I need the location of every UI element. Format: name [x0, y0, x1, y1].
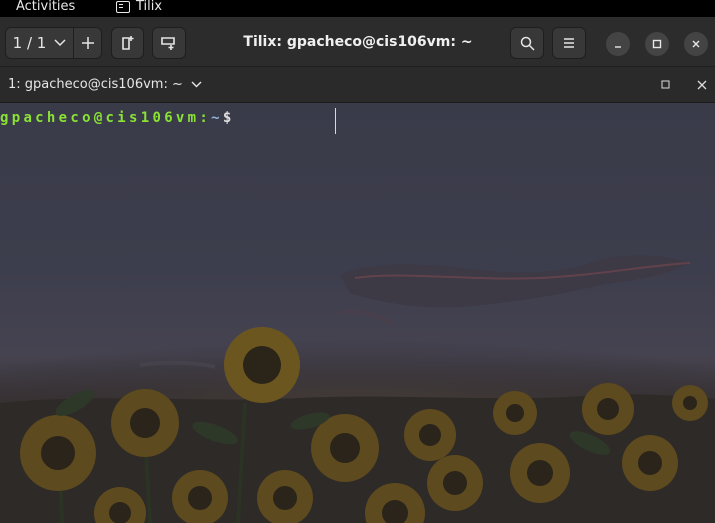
plus-icon [81, 37, 94, 49]
terminal-app-icon [116, 0, 130, 13]
sunflower-wallpaper [0, 255, 715, 523]
search-button[interactable] [510, 27, 544, 59]
split-vertical-icon [161, 37, 175, 50]
chevron-down-icon [54, 39, 66, 47]
maximize-icon [661, 80, 670, 89]
close-icon [692, 40, 700, 48]
session-button-group: 1 / 1 [5, 27, 102, 59]
minimize-icon [615, 46, 621, 48]
maximize-button[interactable] [645, 32, 669, 56]
main-menu-button[interactable] [552, 27, 586, 59]
hamburger-menu-icon [564, 38, 574, 48]
terminal-title: 1: gpacheco@cis106vm: ~ [8, 77, 183, 92]
terminal-maximize-button[interactable] [661, 79, 671, 94]
maximize-icon [652, 39, 662, 49]
close-icon [697, 80, 707, 90]
window-title: Tilix: gpacheco@cis106vm: ~ [243, 34, 473, 50]
text-cursor [335, 108, 336, 134]
terminal-view[interactable]: gpacheco@cis106vm:~$ [0, 103, 715, 523]
activities-button[interactable]: Activities [16, 0, 75, 14]
prompt-path: ~ [211, 110, 223, 126]
search-icon [520, 36, 535, 51]
chevron-down-icon [191, 81, 202, 88]
app-menu-label: Tilix [136, 0, 163, 14]
prompt-user-host: gpacheco@cis106vm: [0, 110, 212, 126]
split-right-button[interactable] [111, 27, 144, 59]
split-horizontal-icon [121, 36, 133, 50]
terminal-close-button[interactable] [697, 79, 707, 94]
minimize-button[interactable] [606, 32, 630, 56]
app-menu[interactable]: Tilix [116, 0, 162, 14]
tilix-header-bar: 1 / 1 Tilix: gpacheco@cis106vm: ~ [0, 17, 715, 67]
terminal-title-bar: 1: gpacheco@cis106vm: ~ [0, 67, 715, 103]
gnome-top-bar: Activities Tilix [0, 0, 715, 17]
session-switcher-button[interactable]: 1 / 1 [6, 28, 74, 58]
add-session-button[interactable] [74, 28, 101, 58]
prompt-symbol: $ [222, 110, 235, 126]
session-counter: 1 / 1 [12, 34, 47, 52]
split-down-button[interactable] [152, 27, 186, 59]
shell-prompt: gpacheco@cis106vm:~$ [0, 110, 235, 126]
close-button[interactable] [684, 32, 708, 56]
terminal-title-menu[interactable]: 1: gpacheco@cis106vm: ~ [8, 77, 202, 92]
